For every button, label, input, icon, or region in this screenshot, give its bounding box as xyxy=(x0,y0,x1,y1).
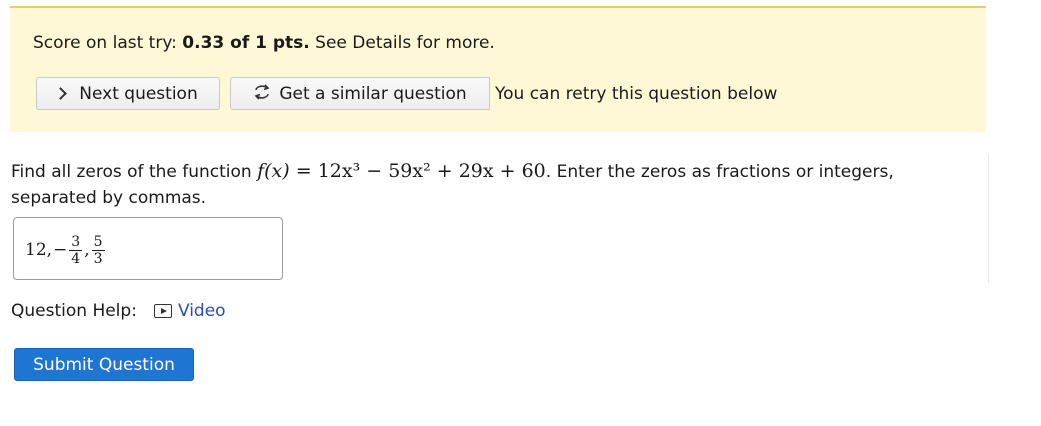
question-page: Score on last try: 0.33 of 1 pts. See De… xyxy=(0,0,1041,426)
function-rhs: 12x³ − 59x² + 29x + 60 xyxy=(317,160,546,182)
question-help: Question Help: Video xyxy=(11,301,226,321)
fraction-2-denominator: 3 xyxy=(93,250,103,267)
score-line: Score on last try: 0.33 of 1 pts. See De… xyxy=(33,33,495,53)
fraction-1-denominator: 4 xyxy=(71,250,81,267)
score-banner: Score on last try: 0.33 of 1 pts. See De… xyxy=(10,6,986,132)
submit-question-button[interactable]: Submit Question xyxy=(14,348,194,381)
answer-minus: − xyxy=(53,240,68,260)
answer-comma: , xyxy=(84,240,90,260)
fraction-2-numerator: 5 xyxy=(91,233,105,251)
score-value: 0.33 of 1 pts. xyxy=(182,33,310,53)
similar-question-label: Get a similar question xyxy=(279,83,467,104)
next-question-button[interactable]: Next question xyxy=(36,77,220,110)
answer-math: 12, − 3 4 , 5 3 xyxy=(25,230,106,270)
retry-arrows-icon xyxy=(253,83,271,104)
score-suffix: See Details for more. xyxy=(309,33,495,53)
next-question-label: Next question xyxy=(79,83,198,104)
question-divider xyxy=(988,155,989,283)
function-lhs: f(x) = xyxy=(257,160,318,182)
fraction-1-numerator: 3 xyxy=(69,233,83,251)
score-prefix: Score on last try: xyxy=(33,33,183,53)
answer-fraction-1: 3 4 xyxy=(69,233,83,267)
question-text: Find all zeros of the function f(x) = 12… xyxy=(11,158,981,211)
function-expression: f(x) = 12x³ − 59x² + 29x + 60 xyxy=(257,160,546,182)
banner-button-row: Next question Get a similar question You… xyxy=(36,77,777,110)
video-help-link[interactable]: Video xyxy=(153,301,226,321)
question-help-label: Question Help: xyxy=(11,301,137,321)
chevron-right-icon xyxy=(54,87,68,100)
similar-question-button[interactable]: Get a similar question xyxy=(230,77,490,110)
answer-input[interactable]: 12, − 3 4 , 5 3 xyxy=(13,217,283,280)
answer-fraction-2: 5 3 xyxy=(91,233,105,267)
retry-notice: You can retry this question below xyxy=(495,83,778,104)
question-prefix: Find all zeros of the function xyxy=(11,162,258,182)
video-link-label: Video xyxy=(177,301,226,321)
answer-first: 12, xyxy=(25,240,53,260)
video-play-icon xyxy=(153,304,172,318)
